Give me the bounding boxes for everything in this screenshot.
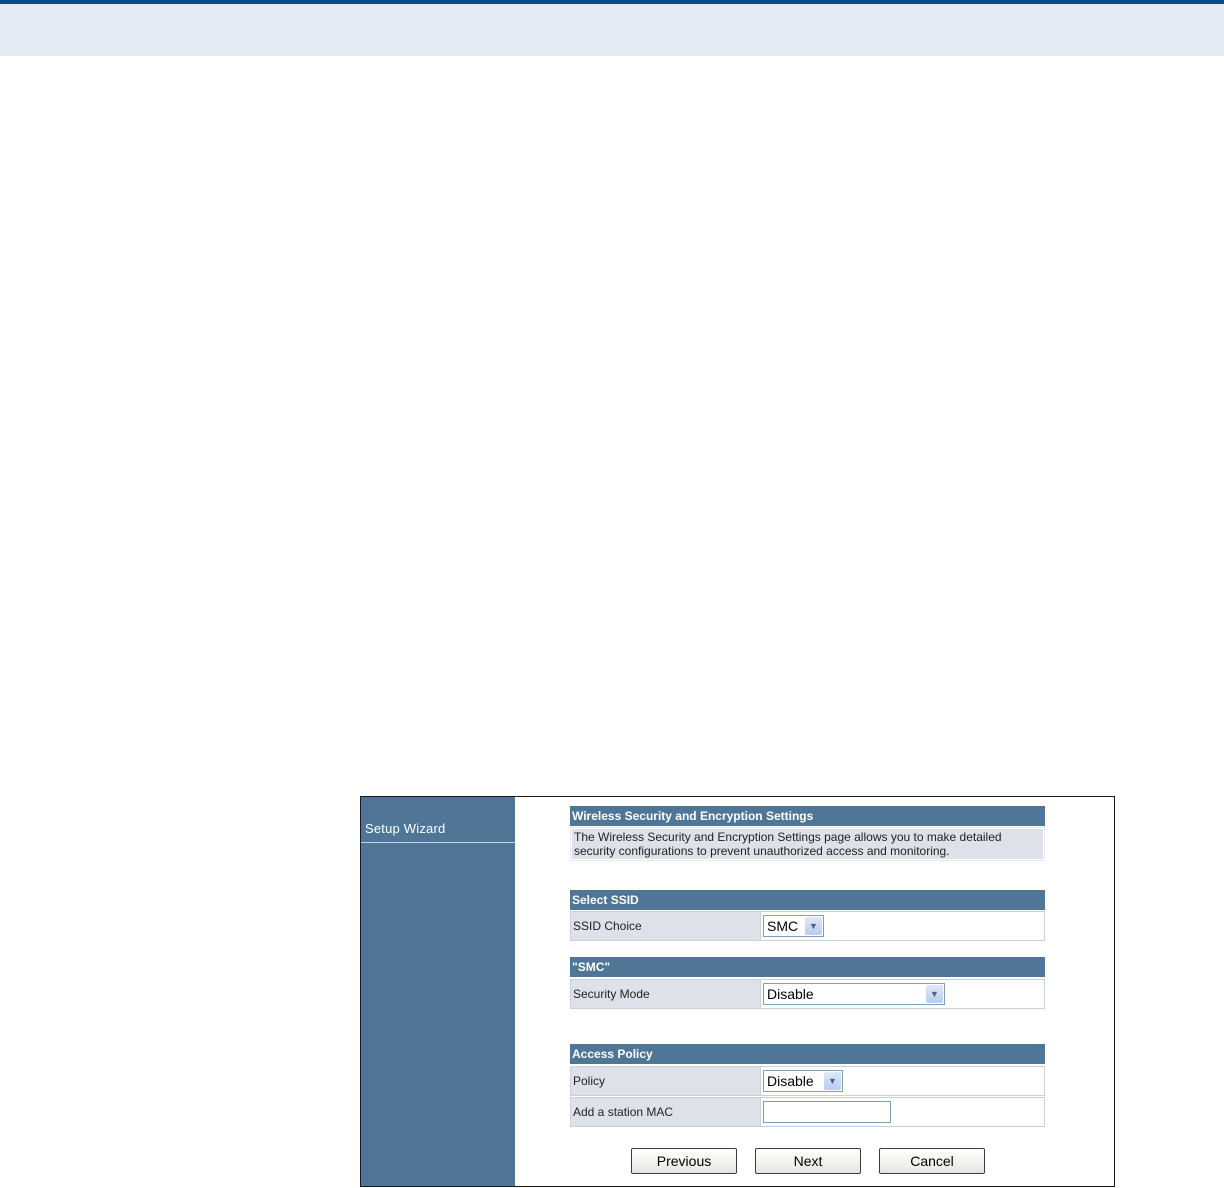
section-header-select-ssid: Select SSID: [570, 890, 1045, 910]
page-header-band: [0, 0, 1224, 56]
chevron-down-icon[interactable]: ▼: [926, 985, 943, 1003]
cancel-button[interactable]: Cancel: [879, 1148, 985, 1174]
screenshot-frame: Setup Wizard Wireless Security and Encry…: [360, 796, 1115, 1187]
ssid-choice-select[interactable]: SMC ▼: [763, 915, 824, 937]
ssid-choice-label: SSID Choice: [571, 912, 761, 940]
section-header-wireless-security: Wireless Security and Encryption Setting…: [570, 806, 1045, 826]
policy-label: Policy: [571, 1067, 761, 1095]
chevron-down-icon[interactable]: ▼: [805, 917, 822, 935]
sidebar: Setup Wizard: [361, 797, 515, 1186]
previous-button[interactable]: Previous: [631, 1148, 737, 1174]
security-mode-select[interactable]: Disable ▼: [763, 983, 945, 1005]
sidebar-item-setup-wizard[interactable]: Setup Wizard: [361, 813, 515, 843]
security-mode-row: Security Mode Disable ▼: [570, 979, 1045, 1009]
section-header-access-policy: Access Policy: [570, 1044, 1045, 1064]
chevron-down-icon[interactable]: ▼: [824, 1072, 841, 1090]
station-mac-row: Add a station MAC: [570, 1097, 1045, 1127]
station-mac-label: Add a station MAC: [571, 1098, 761, 1126]
description-text: The Wireless Security and Encryption Set…: [572, 829, 1043, 859]
ssid-choice-selected: SMC: [767, 918, 799, 934]
policy-select[interactable]: Disable ▼: [763, 1070, 843, 1092]
description-box: The Wireless Security and Encryption Set…: [570, 827, 1045, 861]
section-header-ssid-smc: "SMC": [570, 957, 1045, 977]
station-mac-input[interactable]: [763, 1101, 891, 1123]
security-mode-selected: Disable: [767, 986, 814, 1002]
policy-row: Policy Disable ▼: [570, 1066, 1045, 1096]
policy-selected: Disable: [767, 1073, 814, 1089]
security-mode-label: Security Mode: [571, 980, 761, 1008]
sidebar-item-label: Setup Wizard: [365, 821, 446, 836]
next-button[interactable]: Next: [755, 1148, 861, 1174]
ssid-choice-row: SSID Choice SMC ▼: [570, 911, 1045, 941]
